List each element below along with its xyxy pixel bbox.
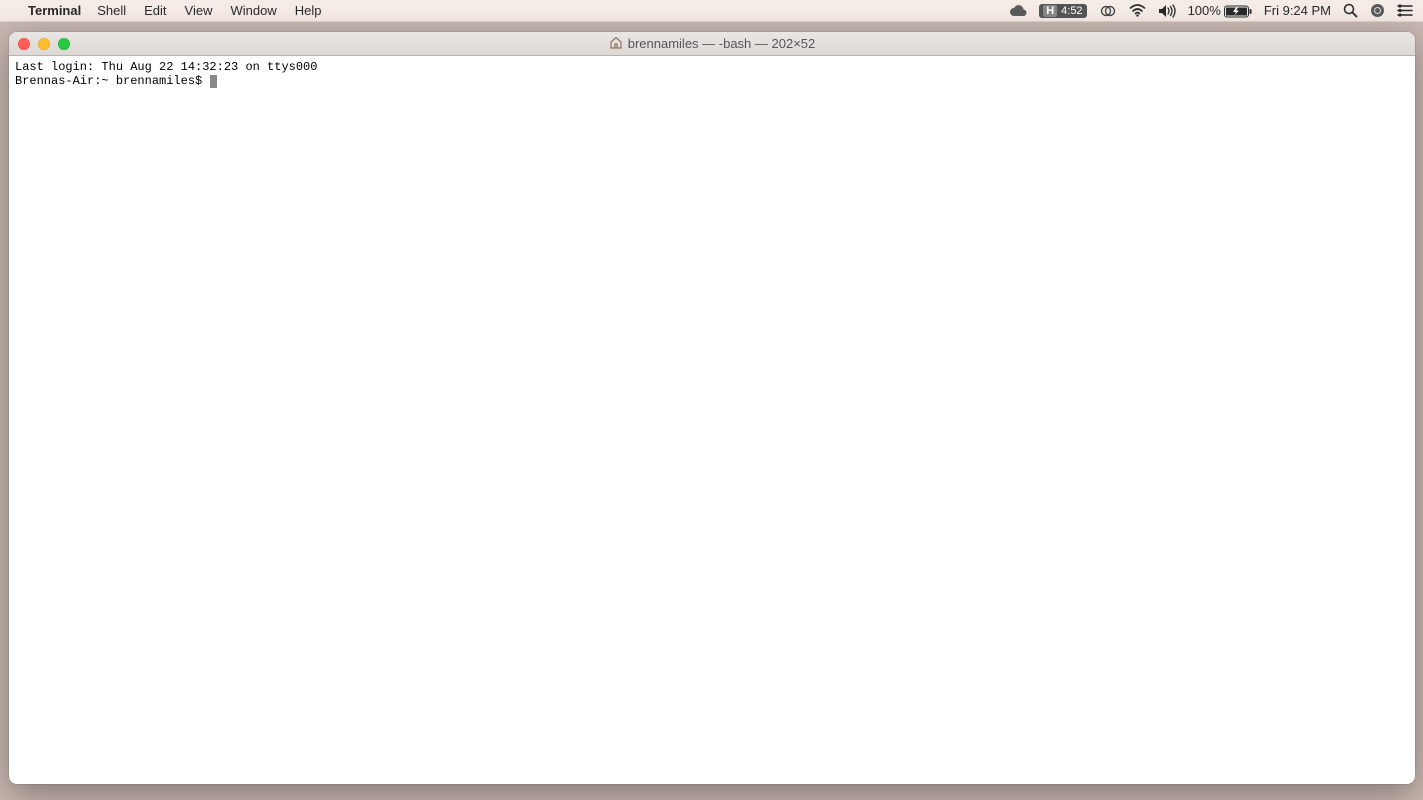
volume-icon[interactable]	[1158, 4, 1176, 18]
siri-icon[interactable]	[1370, 3, 1385, 18]
minimize-button[interactable]	[38, 38, 50, 50]
menu-help[interactable]: Help	[295, 3, 322, 18]
cloud-icon[interactable]	[1009, 5, 1027, 17]
app-menu[interactable]: Terminal	[28, 3, 81, 18]
terminal-body[interactable]: Last login: Thu Aug 22 14:32:23 on ttys0…	[9, 56, 1415, 784]
menu-shell[interactable]: Shell	[97, 3, 126, 18]
maximize-button[interactable]	[58, 38, 70, 50]
traffic-lights	[9, 38, 70, 50]
window-title: brennamiles — -bash — 202×52	[9, 36, 1415, 52]
clock[interactable]: Fri 9:24 PM	[1264, 3, 1331, 18]
h-badge[interactable]: H 4:52	[1039, 4, 1086, 18]
wifi-icon[interactable]	[1129, 4, 1146, 17]
notification-center-icon[interactable]	[1397, 4, 1413, 17]
menu-edit[interactable]: Edit	[144, 3, 166, 18]
titlebar[interactable]: brennamiles — -bash — 202×52	[9, 32, 1415, 56]
creative-cloud-icon[interactable]	[1099, 4, 1117, 18]
terminal-window: brennamiles — -bash — 202×52 Last login:…	[9, 32, 1415, 784]
battery-icon	[1224, 3, 1252, 18]
menu-right: H 4:52 100% Fri 9:24 PM	[1009, 3, 1413, 18]
prompt: Brennas-Air:~ brennamiles$	[15, 74, 209, 88]
h-badge-letter: H	[1043, 5, 1057, 17]
cursor	[210, 75, 217, 88]
menu-view[interactable]: View	[185, 3, 213, 18]
spotlight-icon[interactable]	[1343, 3, 1358, 18]
close-button[interactable]	[18, 38, 30, 50]
battery-status[interactable]: 100%	[1188, 3, 1252, 18]
h-badge-time: 4:52	[1061, 5, 1082, 17]
last-login-line: Last login: Thu Aug 22 14:32:23 on ttys0…	[15, 60, 317, 74]
menu-window[interactable]: Window	[231, 3, 277, 18]
window-title-text: brennamiles — -bash — 202×52	[628, 36, 816, 51]
home-icon	[609, 36, 623, 52]
menubar: Terminal Shell Edit View Window Help H 4…	[0, 0, 1423, 22]
menu-left: Terminal Shell Edit View Window Help	[14, 3, 340, 18]
battery-percent: 100%	[1188, 3, 1221, 18]
